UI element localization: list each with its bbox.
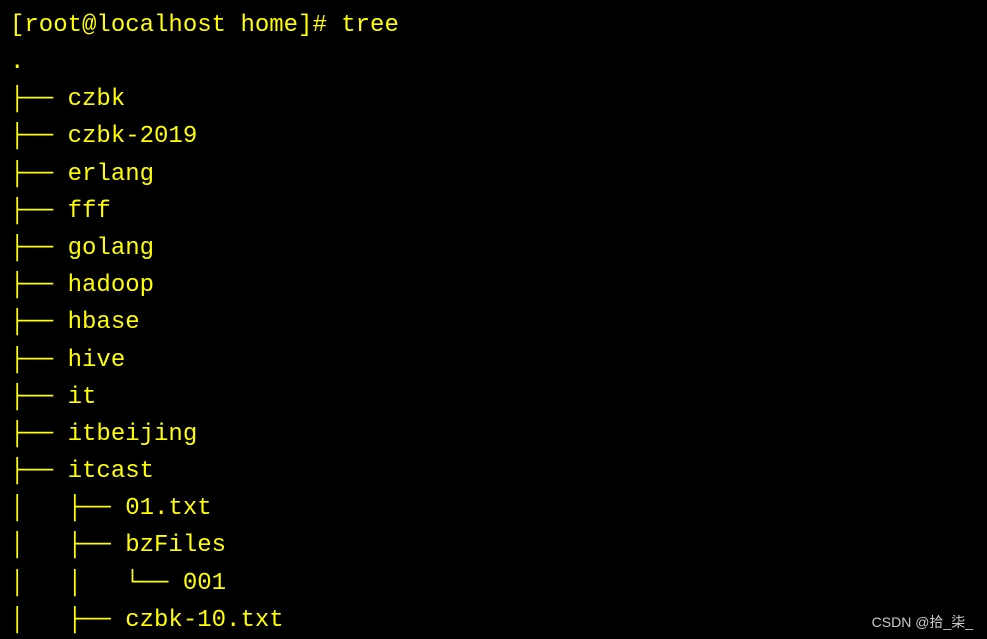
tree-row: ├── it (10, 379, 977, 416)
tree-row: ├── itbeijing (10, 416, 977, 453)
tree-row: ├── hbase (10, 304, 977, 341)
tree-row: ├── czbk-2019 (10, 118, 977, 155)
tree-row: │ ├── czbk-10.txt (10, 602, 977, 639)
tree-row: ├── fff (10, 193, 977, 230)
tree-row: ├── golang (10, 230, 977, 267)
watermark-text: CSDN @拾_柒_ (872, 612, 973, 632)
prompt-text: [root@localhost home]# tree (10, 12, 399, 39)
tree-row: ├── czbk (10, 81, 977, 118)
tree-row: ├── hive (10, 342, 977, 379)
tree-row: ├── erlang (10, 156, 977, 193)
tree-row: │ │ └── 001 (10, 565, 977, 602)
tree-root-dot: . (10, 44, 977, 81)
tree-row: │ ├── 01.txt (10, 490, 977, 527)
tree-row: │ ├── bzFiles (10, 527, 977, 564)
prompt-line[interactable]: [root@localhost home]# tree (10, 8, 977, 44)
tree-row: ├── itcast (10, 453, 977, 490)
tree-row: ├── hadoop (10, 267, 977, 304)
